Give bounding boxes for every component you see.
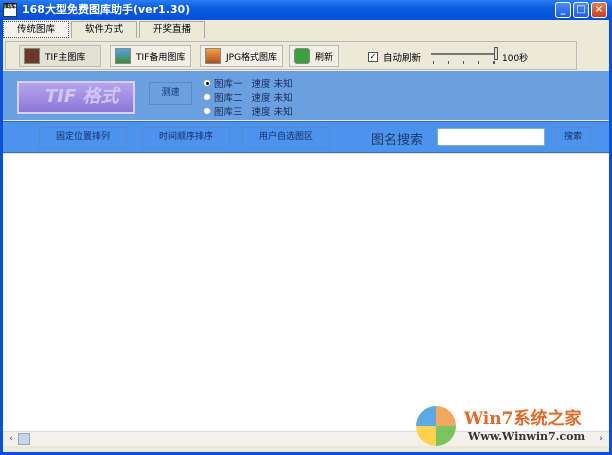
app-icon: 图库 [3, 3, 17, 17]
tif-main-button[interactable]: TIF主图库 [19, 45, 101, 67]
image-list-area[interactable] [3, 154, 609, 431]
search-input[interactable] [437, 128, 545, 146]
window-title: 168大型免费图库助手(ver1.30) [22, 3, 191, 16]
refresh-button[interactable]: 刷新 [289, 45, 339, 67]
tab-software[interactable]: 软件方式 [71, 21, 138, 38]
tab-live-draw[interactable]: 开奖直播 [139, 21, 206, 38]
watermark-brand: Win7系统之家 [464, 409, 582, 429]
minimize-button[interactable]: _ [555, 2, 571, 18]
refresh-interval-slider[interactable] [431, 53, 496, 55]
speed-test-button[interactable]: 测速 [149, 82, 192, 105]
user-select-area-button[interactable]: 用户自选图区 [242, 127, 330, 148]
scroll-left-icon[interactable]: ‹ [5, 433, 17, 445]
tif-logo: TIF 格式 [17, 81, 135, 114]
auto-refresh-checkbox[interactable]: ✓ 自动刷新 [368, 50, 421, 64]
library-1-radio[interactable]: 图库一 速度 未知 [203, 76, 293, 90]
library-3-radio[interactable]: 图库三 速度 未知 [203, 104, 293, 118]
jpg-icon [205, 48, 221, 64]
watermark-url: Www.Winwin7.com [468, 430, 586, 443]
tab-bar: 传统图库 软件方式 开奖直播 [3, 21, 207, 39]
slider-value: 100秒 [502, 54, 529, 64]
tif-backup-button[interactable]: TIF备用图库 [110, 45, 191, 67]
sort-bar: 固定位置排列 时间顺序排序 用户自选图区 图名搜索 搜索 [3, 121, 609, 153]
search-button[interactable]: 搜索 [555, 127, 591, 148]
title-bar: 图库 168大型免费图库助手(ver1.30) [0, 0, 612, 20]
picture-icon [115, 48, 131, 64]
library-panel: TIF 格式 测速 图库一 速度 未知 图库二 速度 未知 图库三 速度 未知 [3, 71, 609, 120]
jpg-library-button[interactable]: JPG格式图库 [200, 45, 283, 67]
library-2-radio[interactable]: 图库二 速度 未知 [203, 90, 293, 104]
close-button[interactable]: × [591, 2, 607, 18]
slider-ticks [433, 61, 495, 64]
windows-logo-icon [416, 406, 456, 446]
tab-traditional[interactable]: 传统图库 [3, 21, 70, 38]
fixed-position-sort-button[interactable]: 固定位置排列 [39, 127, 127, 148]
image-icon [24, 48, 40, 64]
checkbox-icon: ✓ [368, 52, 378, 62]
time-order-sort-button[interactable]: 时间顺序排序 [142, 127, 230, 148]
maximize-button[interactable]: □ [573, 2, 589, 18]
slider-thumb[interactable] [494, 47, 498, 60]
toolbar: TIF主图库 TIF备用图库 JPG格式图库 刷新 ✓ 自动刷新 100秒 [5, 41, 577, 70]
search-label: 图名搜索 [371, 133, 424, 148]
refresh-icon [294, 48, 310, 64]
scroll-thumb[interactable] [18, 433, 30, 445]
watermark: Win7系统之家 Www.Winwin7.com [416, 404, 608, 450]
